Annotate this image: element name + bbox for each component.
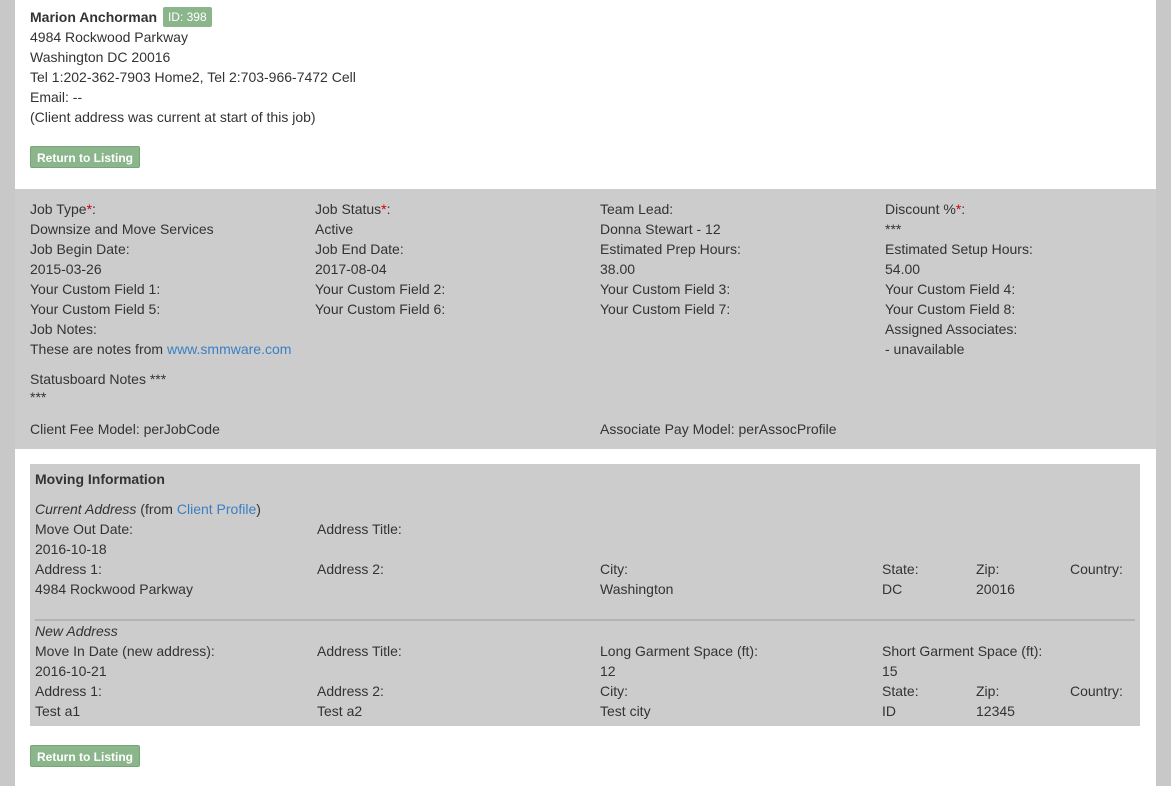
client-info: Marion Anchorman ID: 398 4984 Rockwood P… bbox=[30, 7, 356, 127]
moving-information-panel: Moving Information Current Address (from… bbox=[30, 464, 1140, 726]
discount-label: Discount %*: bbox=[885, 201, 966, 217]
long-garment-space-value: 12 bbox=[600, 663, 616, 679]
job-detail-page: Marion Anchorman ID: 398 4984 Rockwood P… bbox=[15, 0, 1156, 786]
current-address-heading: Current Address (from Client Profile) bbox=[35, 501, 261, 517]
new-address2-label: Address 2: bbox=[317, 683, 384, 699]
begin-date-value: 2015-03-26 bbox=[30, 261, 102, 277]
current-city-label: City: bbox=[600, 561, 628, 577]
new-zip-label: Zip: bbox=[976, 683, 1000, 699]
discount-value: *** bbox=[885, 221, 902, 237]
custom-field-8-label: Your Custom Field 8: bbox=[885, 301, 1016, 317]
return-to-listing-button-bottom[interactable]: Return to Listing bbox=[30, 745, 140, 767]
current-address1-value: 4984 Rockwood Parkway bbox=[35, 581, 193, 597]
custom-field-2-label: Your Custom Field 2: bbox=[315, 281, 446, 297]
move-out-date-label: Move Out Date: bbox=[35, 521, 134, 537]
custom-field-3-label: Your Custom Field 3: bbox=[600, 281, 731, 297]
client-name: Marion Anchorman bbox=[30, 9, 158, 25]
client-phones: Tel 1:202-362-7903 Home2, Tel 2:703-966-… bbox=[30, 69, 356, 85]
custom-field-1-label: Your Custom Field 1: bbox=[30, 281, 161, 297]
move-in-date-value: 2016-10-21 bbox=[35, 663, 107, 679]
end-date-value: 2017-08-04 bbox=[315, 261, 387, 277]
new-zip-value: 12345 bbox=[976, 703, 1015, 719]
current-state-value: DC bbox=[882, 581, 903, 597]
team-lead-label: Team Lead: bbox=[600, 201, 674, 217]
end-date-label: Job End Date: bbox=[315, 241, 404, 257]
job-type-value: Downsize and Move Services bbox=[30, 221, 214, 237]
client-email: Email: -- bbox=[30, 89, 83, 105]
move-in-date-label: Move In Date (new address): bbox=[35, 643, 215, 659]
prep-hours-value: 38.00 bbox=[600, 261, 636, 277]
associate-pay-model: Associate Pay Model: perAssocProfile bbox=[600, 421, 837, 437]
short-garment-space-value: 15 bbox=[882, 663, 898, 679]
assigned-associates-label: Assigned Associates: bbox=[885, 321, 1018, 337]
team-lead-value: Donna Stewart - 12 bbox=[600, 221, 721, 237]
custom-field-5-label: Your Custom Field 5: bbox=[30, 301, 161, 317]
current-country-label: Country: bbox=[1070, 561, 1123, 577]
new-address2-value: Test a2 bbox=[317, 703, 363, 719]
current-city-value: Washington bbox=[600, 581, 674, 597]
job-details-panel: Job Type*: Job Status*: Team Lead: Disco… bbox=[15, 189, 1156, 449]
statusboard-notes-value: *** bbox=[30, 389, 47, 405]
new-address-heading: New Address bbox=[35, 623, 118, 639]
prep-hours-label: Estimated Prep Hours: bbox=[600, 241, 741, 257]
current-zip-value: 20016 bbox=[976, 581, 1015, 597]
job-notes-label: Job Notes: bbox=[30, 321, 97, 337]
new-address-title-label: Address Title: bbox=[317, 643, 402, 659]
client-fee-model: Client Fee Model: perJobCode bbox=[30, 421, 220, 437]
long-garment-space-label: Long Garment Space (ft): bbox=[600, 643, 758, 659]
current-address1-label: Address 1: bbox=[35, 561, 102, 577]
begin-date-label: Job Begin Date: bbox=[30, 241, 130, 257]
address-divider bbox=[35, 619, 1135, 621]
client-address-note: (Client address was current at start of … bbox=[30, 109, 316, 125]
setup-hours-label: Estimated Setup Hours: bbox=[885, 241, 1033, 257]
new-city-label: City: bbox=[600, 683, 628, 699]
moving-information-title: Moving Information bbox=[35, 471, 165, 487]
client-address-line2: Washington DC 20016 bbox=[30, 49, 171, 65]
new-state-value: ID bbox=[882, 703, 896, 719]
client-profile-link[interactable]: Client Profile bbox=[177, 501, 256, 517]
new-city-value: Test city bbox=[600, 703, 651, 719]
short-garment-space-label: Short Garment Space (ft): bbox=[882, 643, 1043, 659]
job-status-value: Active bbox=[315, 221, 354, 237]
current-zip-label: Zip: bbox=[976, 561, 1000, 577]
client-address-line1: 4984 Rockwood Parkway bbox=[30, 29, 188, 45]
assigned-associates-value: - unavailable bbox=[885, 341, 965, 357]
current-address-title-label: Address Title: bbox=[317, 521, 402, 537]
new-country-label: Country: bbox=[1070, 683, 1123, 699]
custom-field-7-label: Your Custom Field 7: bbox=[600, 301, 731, 317]
new-address1-value: Test a1 bbox=[35, 703, 81, 719]
statusboard-notes-label: Statusboard Notes *** bbox=[30, 371, 167, 387]
new-address1-label: Address 1: bbox=[35, 683, 102, 699]
new-state-label: State: bbox=[882, 683, 919, 699]
current-address2-label: Address 2: bbox=[317, 561, 384, 577]
current-state-label: State: bbox=[882, 561, 919, 577]
job-notes-value: These are notes from www.smmware.com bbox=[30, 341, 292, 357]
move-out-date-value: 2016-10-18 bbox=[35, 541, 107, 557]
client-id-badge: ID: 398 bbox=[162, 7, 212, 27]
return-to-listing-button-top[interactable]: Return to Listing bbox=[30, 146, 140, 168]
smmware-link[interactable]: www.smmware.com bbox=[167, 341, 291, 357]
job-type-label: Job Type*: bbox=[30, 201, 96, 217]
job-status-label: Job Status*: bbox=[315, 201, 391, 217]
custom-field-4-label: Your Custom Field 4: bbox=[885, 281, 1016, 297]
setup-hours-value: 54.00 bbox=[885, 261, 921, 277]
custom-field-6-label: Your Custom Field 6: bbox=[315, 301, 446, 317]
